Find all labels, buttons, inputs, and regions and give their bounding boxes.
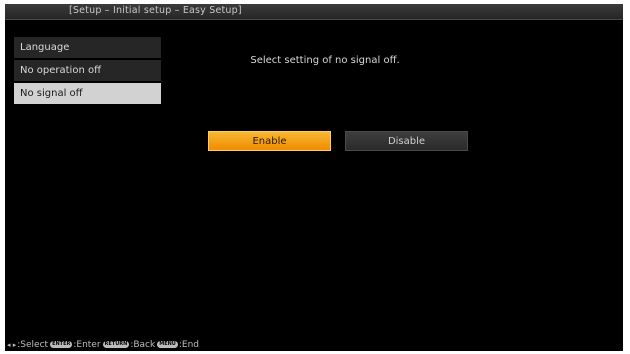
- select-hint: :Select: [17, 339, 49, 350]
- enter-hint: :Enter: [73, 339, 101, 350]
- setting-prompt: Select setting of no signal off.: [250, 55, 400, 66]
- menu-item-no-signal-off[interactable]: No signal off: [14, 83, 161, 104]
- projector-osd-screen: [Setup – Initial setup – Easy Setup] Lan…: [5, 4, 623, 351]
- end-hint: :End: [178, 339, 199, 350]
- key-guide: ◂ ▸ :Select ENTER :Enter RETURN :Back ME…: [5, 338, 623, 351]
- setup-menu: Language No operation off No signal off: [14, 37, 161, 106]
- enter-key-icon: ENTER: [50, 341, 73, 348]
- return-key-icon: RETURN: [102, 341, 130, 348]
- title-bar: [Setup – Initial setup – Easy Setup]: [5, 4, 623, 20]
- menu-item-no-operation-off[interactable]: No operation off: [14, 60, 161, 81]
- back-hint: :Back: [130, 339, 156, 350]
- menu-key-icon: MENU: [157, 341, 178, 348]
- arrow-keys-icon: ◂ ▸: [7, 340, 17, 349]
- disable-button[interactable]: Disable: [345, 131, 468, 151]
- enable-button[interactable]: Enable: [208, 131, 331, 151]
- breadcrumb-title: [Setup – Initial setup – Easy Setup]: [69, 5, 242, 16]
- menu-item-language[interactable]: Language: [14, 37, 161, 58]
